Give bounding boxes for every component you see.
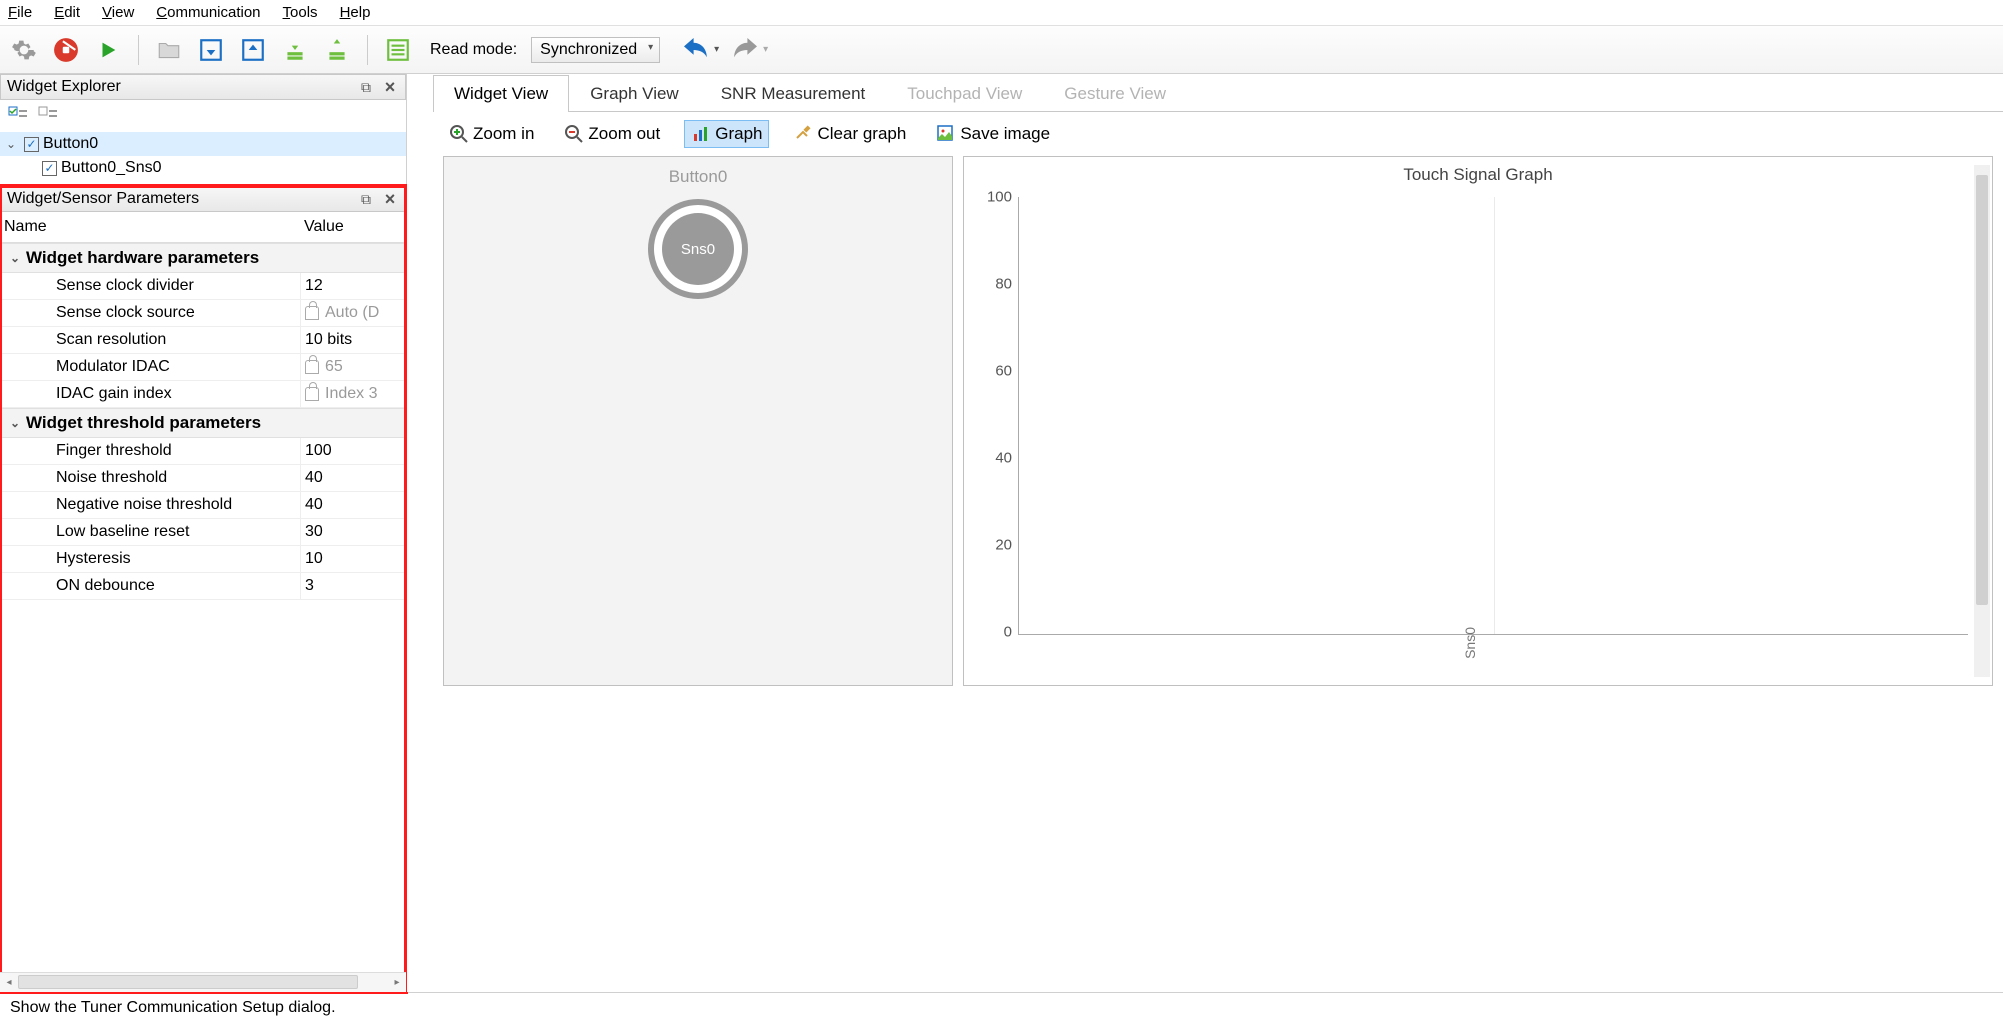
tab-graph-view[interactable]: Graph View xyxy=(569,75,700,112)
params-panel-title: Widget/Sensor Parameters xyxy=(7,190,199,208)
check-all-icon[interactable] xyxy=(6,104,30,126)
download-icon[interactable] xyxy=(195,34,227,66)
play-icon[interactable] xyxy=(92,34,124,66)
redo-dropdown-caret[interactable]: ▾ xyxy=(763,44,768,55)
close-icon[interactable]: × xyxy=(381,192,399,206)
ytick: 20 xyxy=(995,537,1012,554)
view-toolbar: Zoom in Zoom out Graph Clear graph Save … xyxy=(433,112,2003,156)
list-view-icon[interactable] xyxy=(382,34,414,66)
read-mode-label: Read mode: xyxy=(430,41,517,59)
tab-touchpad-view: Touchpad View xyxy=(886,75,1043,112)
param-group-header[interactable]: ⌄Widget threshold parameters xyxy=(0,408,406,438)
params-col-value: Value xyxy=(300,212,406,242)
zoom-in-button[interactable]: Zoom in xyxy=(443,121,540,147)
param-group-header[interactable]: ⌄Widget hardware parameters xyxy=(0,243,406,273)
graph-title: Touch Signal Graph xyxy=(972,165,1984,185)
menu-communication[interactable]: Communication xyxy=(156,4,260,21)
ytick: 100 xyxy=(987,189,1012,206)
param-row[interactable]: Sense clock divider12 xyxy=(0,273,406,300)
clear-graph-button[interactable]: Clear graph xyxy=(787,121,912,147)
widget-tree: ⌄ ✓ Button0 ✓ Button0_Sns0 xyxy=(0,130,406,186)
upload-icon[interactable] xyxy=(237,34,269,66)
menubar: File Edit View Communication Tools Help xyxy=(0,0,2003,26)
tree-label: Button0 xyxy=(43,135,98,153)
sensor-button-icon[interactable]: Sns0 xyxy=(648,199,748,299)
graph-toggle-button[interactable]: Graph xyxy=(684,120,769,148)
menu-file[interactable]: File xyxy=(8,4,32,21)
param-row[interactable]: Negative noise threshold40 xyxy=(0,492,406,519)
param-row[interactable]: Sense clock sourceAuto (D xyxy=(0,300,406,327)
lock-icon xyxy=(305,387,319,401)
param-row[interactable]: ON debounce3 xyxy=(0,573,406,600)
settings-gear-icon[interactable] xyxy=(8,34,40,66)
param-row[interactable]: Finger threshold100 xyxy=(0,438,406,465)
tree-item-button0-sns0[interactable]: ✓ Button0_Sns0 xyxy=(0,156,406,180)
open-folder-icon[interactable] xyxy=(153,34,185,66)
param-row[interactable]: Scan resolution10 bits xyxy=(0,327,406,354)
undo-icon[interactable] xyxy=(680,34,712,66)
sensor-label: Sns0 xyxy=(662,213,734,285)
tab-widget-view[interactable]: Widget View xyxy=(433,75,569,112)
zoom-out-button[interactable]: Zoom out xyxy=(558,121,666,147)
param-row[interactable]: Noise threshold40 xyxy=(0,465,406,492)
widget-explorer-title: Widget Explorer xyxy=(7,78,121,96)
lock-icon xyxy=(305,306,319,320)
menu-tools[interactable]: Tools xyxy=(283,4,318,21)
uncheck-all-icon[interactable] xyxy=(36,104,60,126)
expand-caret-icon[interactable]: ⌄ xyxy=(6,137,20,151)
disconnect-icon[interactable] xyxy=(50,34,82,66)
widget-explorer-panel: Widget Explorer ⧉ × ⌄ ✓ Button0 xyxy=(0,74,406,186)
tab-snr-measurement[interactable]: SNR Measurement xyxy=(700,75,887,112)
ytick: 0 xyxy=(1004,624,1012,641)
main-toolbar: Read mode: Synchronized ▾ ▾ xyxy=(0,26,2003,74)
save-image-button[interactable]: Save image xyxy=(930,121,1056,147)
param-row[interactable]: Hysteresis10 xyxy=(0,546,406,573)
widget-sensor-parameters-panel: Widget/Sensor Parameters ⧉ × Name Value … xyxy=(0,186,406,992)
lock-icon xyxy=(305,360,319,374)
tab-gesture-view: Gesture View xyxy=(1043,75,1187,112)
params-col-name: Name xyxy=(0,212,300,242)
xtick: Sns0 xyxy=(1462,627,1478,659)
tree-label: Button0_Sns0 xyxy=(61,159,162,177)
redo-icon[interactable] xyxy=(729,34,761,66)
restore-window-icon[interactable]: ⧉ xyxy=(357,192,375,206)
close-icon[interactable]: × xyxy=(381,80,399,94)
param-row[interactable]: Low baseline reset30 xyxy=(0,519,406,546)
import-stack-icon[interactable] xyxy=(279,34,311,66)
ytick: 80 xyxy=(995,276,1012,293)
widget-preview-title: Button0 xyxy=(669,167,728,187)
read-mode-select[interactable]: Synchronized xyxy=(531,37,660,63)
checkbox-button0[interactable]: ✓ xyxy=(24,137,39,152)
ytick: 40 xyxy=(995,450,1012,467)
restore-window-icon[interactable]: ⧉ xyxy=(357,80,375,94)
checkbox-button0-sns0[interactable]: ✓ xyxy=(42,161,57,176)
undo-dropdown-caret[interactable]: ▾ xyxy=(714,44,719,55)
param-row[interactable]: Modulator IDAC65 xyxy=(0,354,406,381)
params-horizontal-scrollbar[interactable]: ◂▸ xyxy=(0,972,406,992)
status-bar: Show the Tuner Communication Setup dialo… xyxy=(0,992,2003,1023)
menu-view[interactable]: View xyxy=(102,4,134,21)
view-tabs: Widget ViewGraph ViewSNR MeasurementTouc… xyxy=(433,74,2003,112)
widget-preview-canvas: Button0 Sns0 xyxy=(443,156,953,686)
menu-edit[interactable]: Edit xyxy=(54,4,80,21)
touch-signal-graph: Touch Signal Graph 100 80 60 40 20 0 Sns… xyxy=(963,156,1993,686)
menu-help[interactable]: Help xyxy=(340,4,371,21)
export-stack-icon[interactable] xyxy=(321,34,353,66)
param-row[interactable]: IDAC gain indexIndex 3 xyxy=(0,381,406,408)
tree-item-button0[interactable]: ⌄ ✓ Button0 xyxy=(0,132,406,156)
ytick: 60 xyxy=(995,363,1012,380)
graph-vertical-scrollbar[interactable] xyxy=(1974,165,1990,677)
